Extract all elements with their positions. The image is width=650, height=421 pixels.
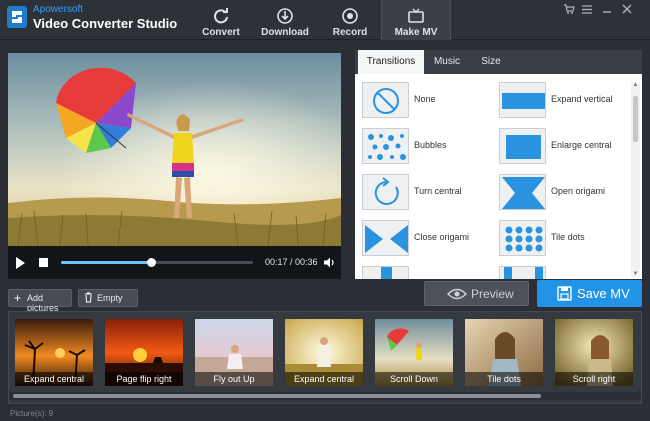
filmstrip-scrollbar[interactable]: [9, 392, 641, 400]
transition-open-origami[interactable]: Open origami: [492, 174, 622, 210]
filmstrip-item[interactable]: Expand central: [15, 319, 93, 386]
title-bar: Apowersoft Video Converter Studio Conver…: [0, 0, 650, 40]
filmstrip-item[interactable]: Scroll Down: [375, 319, 453, 386]
close-origami-icon: [362, 220, 409, 256]
empty-button[interactable]: Empty: [78, 289, 138, 307]
tab-convert-label: Convert: [202, 27, 240, 38]
transition-label: Enlarge central: [551, 140, 612, 150]
volume-icon[interactable]: [323, 256, 336, 269]
transition-label: Tile dots: [551, 232, 585, 242]
open-origami-icon: [499, 174, 546, 210]
add-pictures-label: Add pictures: [27, 293, 59, 313]
tab-convert[interactable]: Convert: [186, 0, 256, 40]
transitions-panel: Transitions Music Size None Expand verti…: [355, 50, 642, 279]
scroll-down-icon[interactable]: ▼: [632, 271, 639, 277]
tab-music[interactable]: Music: [426, 50, 468, 74]
transition-none[interactable]: None: [355, 82, 485, 118]
playback-time: 00:17 / 00:36: [265, 257, 318, 267]
player-controls: 00:17 / 00:36: [8, 246, 341, 279]
trash-icon: [84, 292, 93, 305]
enlarge-central-icon: [499, 128, 546, 164]
transitions-list: None Expand vertical Bubbles Enlarge cen…: [355, 74, 642, 279]
add-pictures-button[interactable]: + Add pictures: [8, 289, 72, 313]
scroll-up-icon[interactable]: ▲: [632, 82, 639, 88]
picture-count: Picture(s): 9: [10, 409, 54, 418]
tv-icon: [408, 8, 424, 23]
filmstrip-caption: Scroll right: [555, 372, 633, 386]
picture-filmstrip: Expand central Page flip right Fly out U…: [8, 311, 642, 404]
filmstrip-item[interactable]: Page flip right: [105, 319, 183, 386]
seek-bar-fill: [61, 261, 152, 264]
filmstrip-caption: Expand central: [15, 372, 93, 386]
download-icon: [277, 8, 293, 24]
filmstrip-item[interactable]: Tile dots: [465, 319, 543, 386]
seek-handle[interactable]: [147, 258, 157, 267]
settings-icon[interactable]: [580, 4, 594, 16]
video-player[interactable]: 00:17 / 00:36: [8, 53, 341, 279]
panel-tabs: Transitions Music Size: [355, 50, 642, 74]
filmstrip-scrollbar-thumb[interactable]: [13, 394, 541, 398]
filmstrip-item[interactable]: Fly out Up: [195, 319, 273, 386]
tab-record[interactable]: Record: [315, 0, 385, 40]
tab-make-mv-label: Make MV: [394, 27, 438, 38]
tab-download-label: Download: [261, 27, 309, 38]
transition-expand-vertical[interactable]: Expand vertical: [492, 82, 622, 118]
save-mv-button[interactable]: Save MV: [537, 280, 642, 307]
transition-label: None: [414, 94, 436, 104]
transition-label: Bubbles: [414, 140, 447, 150]
filmstrip-caption: Fly out Up: [195, 372, 273, 386]
app-title: Video Converter Studio: [33, 16, 178, 31]
filmstrip-caption: Scroll Down: [375, 372, 453, 386]
transition-label: Turn central: [414, 186, 462, 196]
close-icon[interactable]: [620, 4, 634, 16]
transition-partial[interactable]: [355, 266, 485, 279]
tab-transitions[interactable]: Transitions: [358, 50, 424, 74]
empty-label: Empty: [97, 293, 123, 303]
record-icon: [342, 8, 358, 24]
tab-record-label: Record: [332, 27, 368, 38]
transition-partial[interactable]: [492, 266, 622, 279]
stop-icon[interactable]: [39, 258, 48, 267]
transition-turn-central[interactable]: Turn central: [355, 174, 485, 210]
transition-enlarge-central[interactable]: Enlarge central: [492, 128, 622, 164]
play-icon[interactable]: [16, 257, 25, 269]
filmstrip-caption: Page flip right: [105, 372, 183, 386]
tab-download[interactable]: Download: [250, 0, 320, 40]
seek-bar[interactable]: [61, 258, 253, 267]
transition-thumb-icon: [499, 266, 546, 279]
none-transition-icon: [362, 82, 409, 118]
transition-label: Expand vertical: [551, 94, 613, 104]
brand-subtitle: Apowersoft: [33, 4, 84, 15]
cart-icon[interactable]: [562, 4, 576, 16]
transition-label: Close origami: [414, 232, 470, 242]
video-frame-image: [8, 53, 341, 246]
filmstrip-caption: Tile dots: [465, 372, 543, 386]
transition-thumb-icon: [362, 266, 409, 279]
expand-vertical-icon: [499, 82, 546, 118]
transition-bubbles[interactable]: Bubbles: [355, 128, 485, 164]
plus-icon: +: [14, 291, 22, 305]
transition-tile-dots[interactable]: Tile dots: [492, 220, 622, 256]
transitions-scrollbar[interactable]: ▲ ▼: [631, 82, 640, 277]
eye-icon: [447, 288, 467, 300]
save-mv-label: Save MV: [577, 286, 630, 301]
minimize-icon[interactable]: [600, 4, 614, 16]
filmstrip-item[interactable]: Scroll right: [555, 319, 633, 386]
transition-label: Open origami: [551, 186, 606, 196]
tab-size[interactable]: Size: [471, 50, 511, 74]
preview-label: Preview: [471, 287, 514, 301]
scrollbar-thumb[interactable]: [633, 96, 638, 142]
save-icon: [557, 286, 572, 301]
app-logo-icon: [7, 6, 27, 28]
filmstrip-item[interactable]: Expand central: [285, 319, 363, 386]
tile-dots-icon: [499, 220, 546, 256]
refresh-icon: [214, 8, 228, 24]
transition-close-origami[interactable]: Close origami: [355, 220, 485, 256]
turn-central-icon: [362, 174, 409, 210]
tab-make-mv[interactable]: Make MV: [381, 0, 451, 40]
bubbles-icon: [362, 128, 409, 164]
preview-button[interactable]: Preview: [424, 281, 529, 306]
filmstrip-caption: Expand central: [285, 372, 363, 386]
